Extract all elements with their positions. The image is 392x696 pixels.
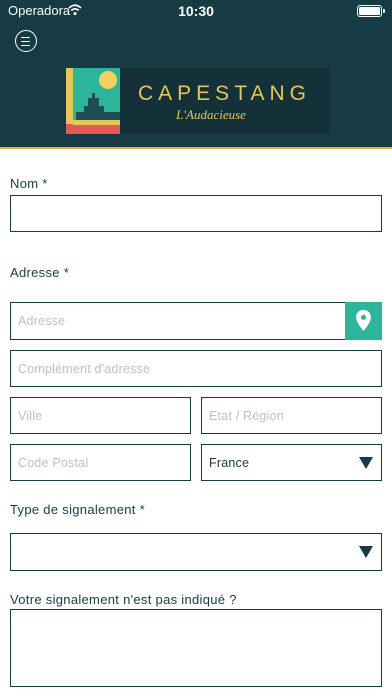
address-section-label: Adresse * (10, 265, 70, 280)
postal-code-field[interactable]: Code Postal (10, 444, 191, 481)
menu-icon-bar (21, 44, 30, 46)
city-placeholder: Ville (18, 408, 43, 423)
logo-title: CAPESTANG (138, 82, 311, 105)
menu-icon (21, 36, 30, 38)
app-logo: CAPESTANG L'Audacieuse (66, 68, 330, 134)
locate-button[interactable] (345, 302, 382, 340)
unlisted-report-label: Votre signalement n'est pas indiqué ? (10, 592, 237, 607)
logo-emblem (66, 68, 120, 134)
status-bar: Operadora 10:30 (0, 0, 392, 22)
city-field[interactable]: Ville (10, 397, 191, 434)
address-complement-field[interactable]: Complément d'adresse (10, 350, 382, 387)
status-time: 10:30 (178, 3, 214, 19)
battery-icon (357, 5, 385, 17)
chevron-down-icon (359, 546, 373, 558)
location-pin-icon (356, 310, 371, 331)
menu-button[interactable] (15, 30, 37, 52)
menu-icon-bar (21, 40, 30, 42)
header-divider (0, 147, 392, 149)
country-value: France (209, 455, 250, 470)
app-header: Operadora 10:30 CAPESTANG L'Audacieuse (0, 0, 392, 148)
name-label: Nom * (10, 176, 48, 191)
address-placeholder: Adresse (18, 314, 66, 328)
unlisted-report-textarea[interactable] (10, 609, 382, 687)
name-field[interactable] (10, 195, 382, 232)
chevron-down-icon (359, 456, 373, 469)
report-type-label: Type de signalement * (10, 502, 145, 517)
address-field[interactable]: Adresse (10, 302, 346, 340)
state-field[interactable]: Etat / Région (201, 397, 382, 434)
state-placeholder: Etat / Région (209, 408, 284, 423)
postal-code-placeholder: Code Postal (18, 455, 89, 470)
logo-subtitle: L'Audacieuse (176, 107, 246, 122)
report-type-select[interactable] (10, 533, 382, 571)
address-complement-placeholder: Complément d'adresse (18, 361, 151, 376)
country-select[interactable]: France (201, 444, 382, 481)
